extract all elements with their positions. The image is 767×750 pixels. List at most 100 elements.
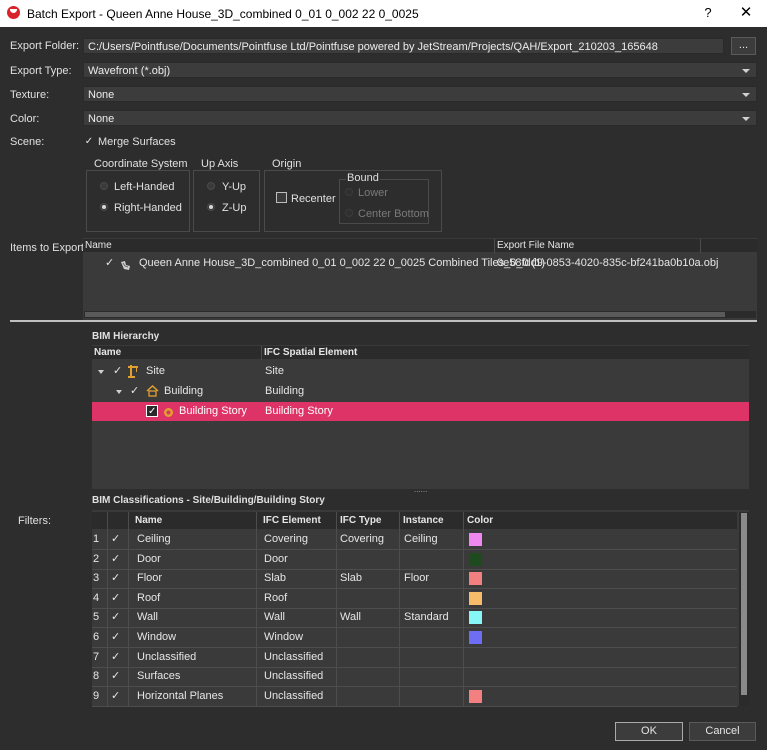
row-color-swatch[interactable] [469, 611, 482, 625]
row-check[interactable]: ✓ [111, 667, 120, 686]
classification-row[interactable]: 7 ✓ Unclassified Unclassified [92, 648, 737, 667]
classifications-vertical-scrollbar[interactable] [739, 512, 749, 706]
building-check[interactable]: ✓ [130, 382, 139, 401]
row-check[interactable]: ✓ [111, 648, 120, 667]
bim-hierarchy-title: BIM Hierarchy [92, 331, 160, 342]
mesh-item-icon [120, 259, 130, 270]
row-check[interactable]: ✓ [111, 687, 120, 706]
row-number: 8 [93, 670, 100, 683]
window-title: Batch Export - Queen Anne House_3D_combi… [27, 7, 419, 21]
lower-label: Lower [358, 187, 388, 199]
row-ifc-element: Wall [264, 611, 285, 624]
export-type-label: Export Type: [10, 65, 72, 77]
panel-separator[interactable] [10, 320, 757, 322]
items-table-row[interactable]: ✓ Queen Anne House_3D_combined 0_01 0_00… [83, 254, 757, 273]
expand-arrow-icon[interactable] [116, 390, 122, 394]
classifications-scrollbar-thumb[interactable] [741, 513, 747, 695]
items-scrollbar-thumb[interactable] [85, 312, 725, 317]
help-button[interactable]: ? [699, 4, 717, 22]
row-number: 4 [93, 591, 100, 604]
row-check[interactable]: ✓ [111, 550, 120, 569]
classification-row[interactable]: 5 ✓ Wall Wall Wall Standard [92, 608, 737, 627]
classification-row[interactable]: 1 ✓ Ceiling Covering Covering Ceiling [92, 530, 737, 549]
cancel-button[interactable]: Cancel [689, 722, 756, 741]
row-check[interactable]: ✓ [111, 628, 120, 647]
row-ifc-element: Unclassified [264, 650, 324, 663]
y-up-label: Y-Up [222, 181, 247, 193]
class-header-instance: Instance [403, 515, 444, 526]
building-story-check: ✓ [148, 406, 157, 417]
row-name: Wall [137, 611, 158, 624]
classifications-header: Name IFC Element IFC Type Instance Color [92, 512, 737, 529]
row-number: 7 [93, 650, 100, 663]
bim-hierarchy-header: Name IFC Spatial Element [92, 346, 749, 359]
left-handed-radio[interactable] [100, 182, 108, 190]
hierarchy-row-building[interactable]: ✓ Building Building [92, 382, 749, 401]
classification-row[interactable]: 3 ✓ Floor Slab Slab Floor [92, 569, 737, 588]
class-header-color: Color [467, 515, 494, 526]
row-color-swatch[interactable] [469, 533, 482, 546]
classification-row[interactable]: 4 ✓ Roof Roof [92, 589, 737, 608]
classification-row[interactable]: 9 ✓ Horizontal Planes Unclassified [92, 687, 737, 706]
lower-radio[interactable] [345, 188, 353, 196]
hierarchy-header-ifc: IFC Spatial Element [264, 347, 358, 358]
merge-surfaces-checkbox[interactable]: ✓ [84, 137, 94, 147]
left-handed-label: Left-Handed [114, 181, 175, 193]
class-header-ifc-element: IFC Element [263, 515, 321, 526]
building-ifc: Building [265, 385, 305, 397]
center-bottom-radio[interactable] [345, 209, 353, 217]
expand-arrow-icon[interactable] [98, 370, 104, 374]
classification-row[interactable]: 2 ✓ Door Door [92, 550, 737, 569]
row-divider [92, 705, 737, 707]
items-horizontal-scrollbar[interactable] [84, 311, 756, 318]
row-color-swatch[interactable] [469, 572, 482, 586]
color-label: Color: [10, 113, 40, 125]
row-check[interactable]: ✓ [111, 530, 120, 549]
row-color-swatch[interactable] [469, 591, 482, 605]
row-name: Surfaces [137, 670, 181, 683]
row-check[interactable]: ✓ [111, 569, 120, 588]
site-name: Site [146, 365, 165, 377]
item-row-check[interactable]: ✓ [105, 254, 114, 273]
export-type-select[interactable]: Wavefront (*.obj) [83, 62, 757, 78]
row-number: 9 [93, 689, 100, 702]
splitter-handle[interactable]: ...... [414, 485, 427, 494]
items-header-divider [494, 239, 495, 253]
right-handed-radio[interactable] [100, 203, 108, 211]
building-story-name: Building Story [179, 405, 247, 417]
classification-row[interactable]: 6 ✓ Window Window [92, 628, 737, 647]
color-select[interactable]: None [83, 110, 757, 126]
close-button[interactable]: ✕ [736, 4, 756, 22]
classification-row[interactable]: 8 ✓ Surfaces Unclassified [92, 667, 737, 686]
z-up-radio[interactable] [207, 203, 215, 211]
row-number: 2 [93, 552, 100, 565]
export-folder-field[interactable]: C:/Users/Pointfuse/Documents/Pointfuse L… [83, 38, 724, 54]
z-up-label: Z-Up [222, 202, 247, 214]
ok-button[interactable]: OK [615, 722, 683, 741]
row-number: 6 [93, 631, 100, 643]
hierarchy-header-name: Name [94, 347, 122, 358]
row-ifc-element: Unclassified [264, 670, 324, 683]
hierarchy-row-site[interactable]: ✓ Site Site [92, 362, 749, 381]
row-number: 3 [93, 572, 100, 585]
y-up-radio[interactable] [207, 182, 215, 190]
row-ifc-element: Window [264, 631, 304, 643]
items-header-file: Export File Name [497, 240, 575, 251]
class-header-ifc-type: IFC Type [340, 515, 382, 526]
browse-folder-button[interactable]: ... [731, 37, 756, 55]
row-check[interactable]: ✓ [111, 608, 120, 627]
row-color-swatch[interactable] [469, 689, 482, 703]
export-folder-label: Export Folder: [10, 40, 80, 52]
hierarchy-row-building-story[interactable]: ✓ Building Story Building Story [92, 402, 749, 421]
row-color-swatch[interactable] [469, 631, 482, 644]
texture-select[interactable]: None [83, 86, 757, 102]
site-check[interactable]: ✓ [113, 362, 122, 381]
row-name: Unclassified [137, 650, 197, 663]
row-check[interactable]: ✓ [111, 589, 120, 608]
row-ifc-element: Unclassified [264, 689, 324, 702]
row-name: Door [137, 552, 161, 565]
filters-label: Filters: [18, 515, 51, 527]
recenter-checkbox[interactable] [276, 192, 287, 203]
row-name: Floor [137, 572, 163, 585]
row-color-swatch[interactable] [469, 552, 482, 566]
